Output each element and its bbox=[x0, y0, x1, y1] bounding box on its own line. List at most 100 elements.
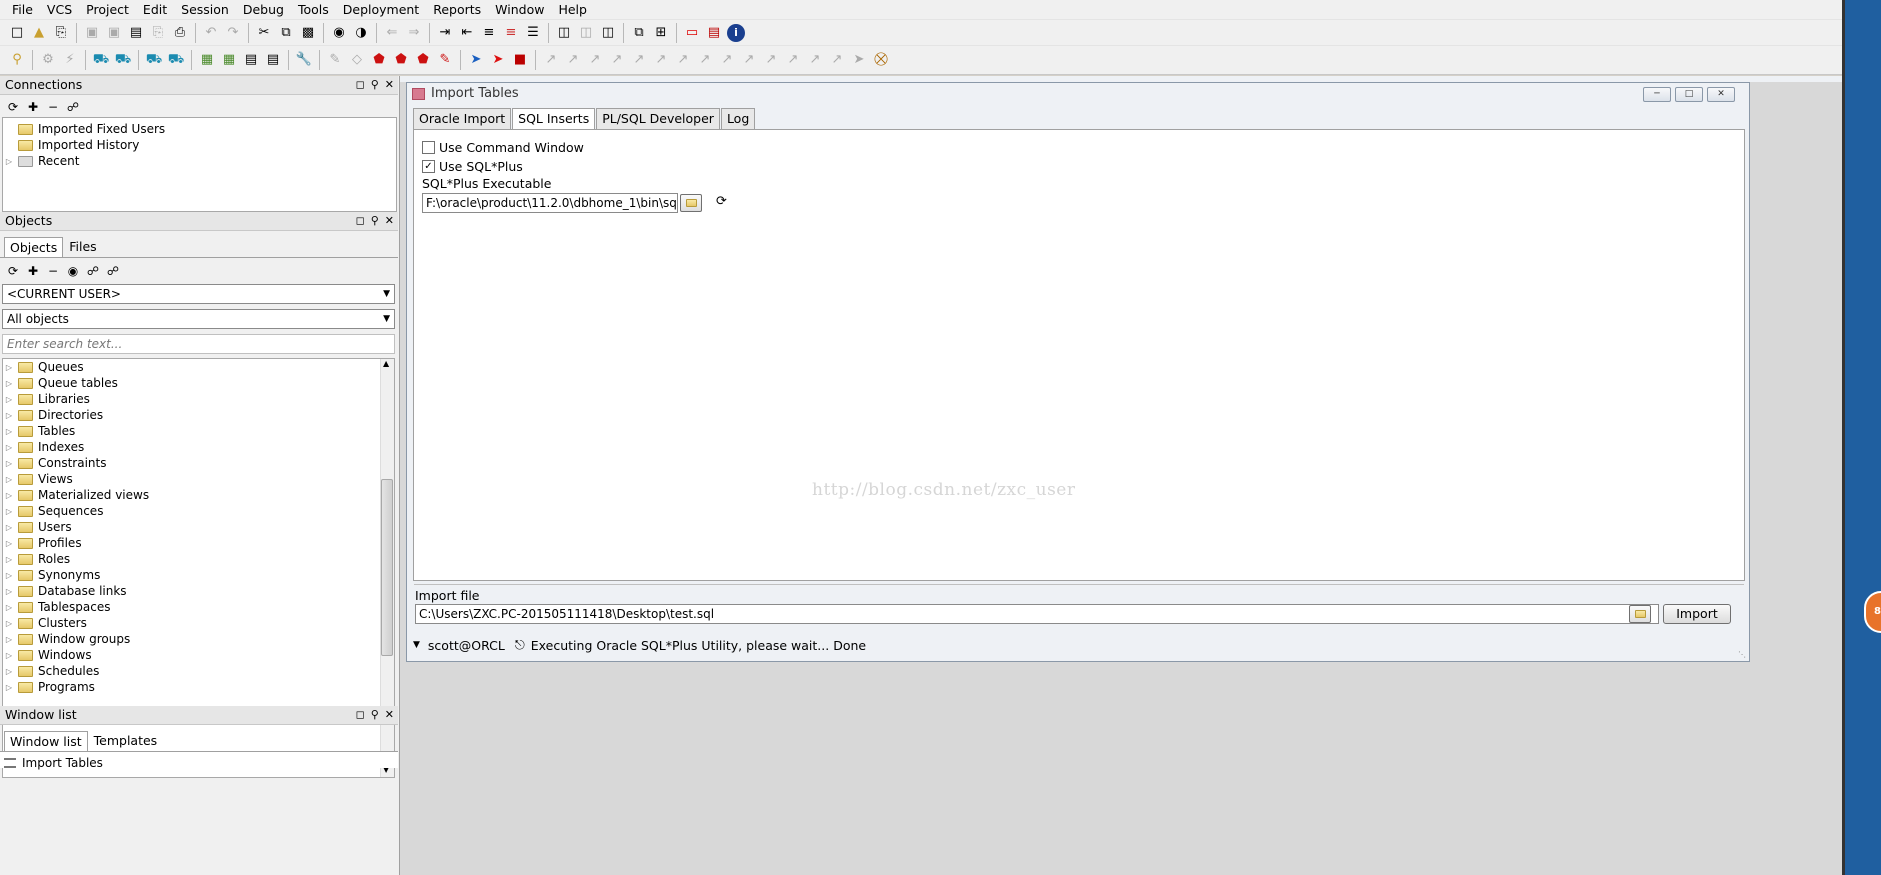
query-builder-icon[interactable]: ◫ bbox=[555, 24, 573, 42]
pdf-icon[interactable]: ▤ bbox=[705, 24, 723, 42]
search-input[interactable]: Enter search text... bbox=[2, 334, 395, 354]
tree-item-windows[interactable]: ▷ Windows bbox=[3, 647, 394, 663]
expand-icon[interactable]: ▷ bbox=[3, 363, 15, 372]
unindent-icon[interactable]: ⇤ bbox=[458, 24, 476, 42]
expand-icon[interactable]: ▷ bbox=[3, 603, 15, 612]
menu-debug[interactable]: Debug bbox=[236, 0, 291, 19]
tree-item-views[interactable]: ▷ Views bbox=[3, 471, 394, 487]
describe-icon[interactable]: ⛟ bbox=[145, 51, 163, 69]
tree-item-imported-fixed-users[interactable]: Imported Fixed Users bbox=[3, 121, 396, 137]
sql-window-icon[interactable]: ⛟ bbox=[92, 51, 110, 69]
tree-item-recent[interactable]: ▷ Recent bbox=[3, 153, 396, 169]
login-icon[interactable]: ⚲ bbox=[8, 51, 26, 69]
close-button[interactable]: ✕ bbox=[1707, 87, 1735, 102]
explain-plan-icon[interactable]: ◫ bbox=[577, 24, 595, 42]
use-sqlplus-checkbox[interactable]: ✓ bbox=[422, 159, 435, 173]
menu-edit[interactable]: Edit bbox=[136, 0, 174, 19]
tree-item-indexes[interactable]: ▷ Indexes bbox=[3, 439, 394, 455]
expand-icon[interactable]: ▷ bbox=[3, 619, 15, 628]
tab-plsql-developer[interactable]: PL/SQL Developer bbox=[596, 108, 720, 129]
info-icon[interactable]: i bbox=[727, 23, 745, 42]
toggle-breakpoint-icon[interactable]: ↗ bbox=[630, 51, 648, 69]
tree-item-materialized-views[interactable]: ▷ Materialized views bbox=[3, 487, 394, 503]
restore-icon[interactable]: ◻ bbox=[356, 212, 365, 230]
tree-item-tablespaces[interactable]: ▷ Tablespaces bbox=[3, 599, 394, 615]
tree-item-directories[interactable]: ▷ Directories bbox=[3, 407, 394, 423]
find-icon[interactable]: ◉ bbox=[330, 24, 348, 42]
tree-item-roles[interactable]: ▷ Roles bbox=[3, 551, 394, 567]
add-icon[interactable]: ✚ bbox=[25, 263, 41, 279]
close-icon[interactable]: ✕ bbox=[385, 76, 394, 94]
debug-step-icon[interactable]: ↗ bbox=[674, 51, 692, 69]
sqlplus-path-field[interactable]: F:\oracle\product\11.2.0\dbhome_1\bin\sq… bbox=[422, 193, 678, 213]
minimize-button[interactable]: ─ bbox=[1643, 87, 1671, 102]
tab-files[interactable]: Files bbox=[63, 236, 102, 257]
tree-item-window-groups[interactable]: ▷ Window groups bbox=[3, 631, 394, 647]
expand-icon[interactable]: ▷ bbox=[3, 411, 15, 420]
expand-icon[interactable]: ▷ bbox=[3, 571, 15, 580]
tree-item-queues[interactable]: ▷ Queues bbox=[3, 359, 394, 375]
indent-icon[interactable]: ⇥ bbox=[436, 24, 454, 42]
user-combo[interactable]: <CURRENT USER> ▼ bbox=[2, 284, 395, 304]
tree-item-constraints[interactable]: ▷ Constraints bbox=[3, 455, 394, 471]
step-into-icon[interactable]: ↗ bbox=[542, 51, 560, 69]
tree-item-tables[interactable]: ▷ Tables bbox=[3, 423, 394, 439]
import-button[interactable]: Import bbox=[1663, 604, 1731, 624]
print-setup-icon[interactable]: ⎘ bbox=[149, 24, 167, 42]
browse-sqlplus-button[interactable] bbox=[680, 194, 702, 212]
arrow-right-icon[interactable]: ➤ bbox=[467, 51, 485, 69]
resize-grip-icon[interactable]: ⋱ bbox=[1738, 650, 1746, 659]
expand-icon[interactable]: ▷ bbox=[3, 635, 15, 644]
window-list-icon[interactable]: ⧉ bbox=[630, 24, 648, 42]
scroll-thumb[interactable] bbox=[381, 479, 393, 656]
tab-objects[interactable]: Objects bbox=[4, 237, 64, 257]
expand-icon[interactable]: ▷ bbox=[3, 523, 15, 532]
debug-pause-icon[interactable]: ↗ bbox=[718, 51, 736, 69]
test-window-icon[interactable]: ⛟ bbox=[167, 51, 185, 69]
stop-icon[interactable]: ■ bbox=[511, 51, 529, 69]
maximize-button[interactable]: □ bbox=[1675, 87, 1703, 102]
refresh-icon[interactable]: ⟳ bbox=[716, 194, 727, 209]
pin-icon[interactable]: ⚲ bbox=[371, 706, 379, 724]
file-browse-icon[interactable]: ▤ bbox=[264, 51, 282, 69]
code-assistant-icon[interactable]: ◫ bbox=[599, 24, 617, 42]
tree-item-imported-history[interactable]: Imported History bbox=[3, 137, 396, 153]
new-icon[interactable]: □ bbox=[8, 24, 26, 42]
scroll-up-icon[interactable]: ▲ bbox=[383, 359, 389, 368]
expand-icon[interactable]: ▷ bbox=[3, 443, 15, 452]
debug-watch-icon[interactable]: ↗ bbox=[762, 51, 780, 69]
tree-item-users[interactable]: ▷ Users bbox=[3, 519, 394, 535]
brush-icon[interactable]: ✎ bbox=[326, 51, 344, 69]
break-icon[interactable]: ⚡ bbox=[61, 51, 79, 69]
window-list-item[interactable]: Import Tables bbox=[4, 755, 103, 771]
debug-stack-icon[interactable]: ↗ bbox=[806, 51, 824, 69]
undo-icon[interactable]: ↶ bbox=[202, 24, 220, 42]
expand-icon[interactable]: ▷ bbox=[3, 587, 15, 596]
logoff-icon[interactable]: ⚙ bbox=[39, 51, 57, 69]
refresh-icon[interactable]: ⟳ bbox=[5, 99, 21, 115]
compile-icon[interactable]: ▦ bbox=[198, 51, 216, 69]
commit-icon[interactable]: ⬟ bbox=[370, 51, 388, 69]
use-sqlplus-row[interactable]: ✓ Use SQL*Plus bbox=[422, 158, 523, 174]
menu-vcs[interactable]: VCS bbox=[40, 0, 79, 19]
debug-arrow-icon[interactable]: ➤ bbox=[850, 51, 868, 69]
menu-session[interactable]: Session bbox=[174, 0, 236, 19]
report-icon[interactable]: ▦ bbox=[220, 51, 238, 69]
paste-icon[interactable]: ▩ bbox=[299, 24, 317, 42]
print-icon[interactable]: ⎘ bbox=[52, 24, 70, 42]
cut-icon[interactable]: ✂ bbox=[255, 24, 273, 42]
remove-icon[interactable]: − bbox=[45, 263, 61, 279]
format-icon[interactable]: ☰ bbox=[524, 24, 542, 42]
redo-icon[interactable]: ↷ bbox=[224, 24, 242, 42]
pin-icon[interactable]: ⚲ bbox=[371, 212, 379, 230]
remove-icon[interactable]: − bbox=[45, 99, 61, 115]
oracle-icon[interactable]: ▭ bbox=[683, 24, 701, 42]
page-setup-icon[interactable]: ⎙ bbox=[171, 24, 189, 42]
expand-icon[interactable]: ▷ bbox=[3, 395, 15, 404]
tab-window-list[interactable]: Window list bbox=[4, 731, 88, 751]
expand-icon[interactable]: ▷ bbox=[3, 539, 15, 548]
menu-tools[interactable]: Tools bbox=[291, 0, 336, 19]
expand-icon[interactable]: ▷ bbox=[3, 427, 15, 436]
tree-item-database-links[interactable]: ▷ Database links bbox=[3, 583, 394, 599]
arrow-right-red-icon[interactable]: ➤ bbox=[489, 51, 507, 69]
